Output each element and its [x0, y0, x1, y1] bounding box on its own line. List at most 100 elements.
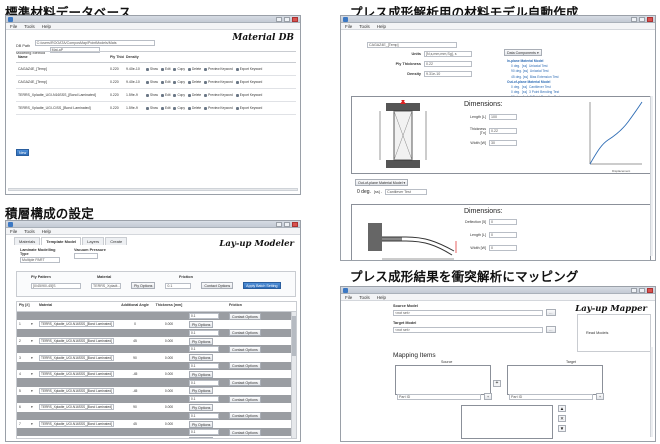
ply-row[interactable]: 7 ▾ TERRS_Xpladte_UGI-N16SSS_[Bond Laminat…: [17, 419, 296, 429]
ply-options-row-button[interactable]: Ply Options: [189, 320, 214, 328]
copy-button[interactable]: Copy: [173, 67, 185, 71]
move-down-button[interactable]: ▼: [558, 425, 566, 432]
contact-options-row-button[interactable]: Contact Options: [229, 329, 261, 337]
table-row[interactable]: CAGAZ4E_[Temp] 0.220 9.40e-10 Show Edit Copy D…: [16, 76, 296, 89]
ply-row[interactable]: 6 ▾ TERRS_Xpladte_UGI-N16SSS_[Bond Laminat…: [17, 403, 296, 412]
preview-keyword-button[interactable]: Preview Keyword: [204, 93, 233, 97]
source-list[interactable]: [395, 365, 491, 395]
tab-create[interactable]: Create: [105, 237, 128, 245]
friction-cell[interactable]: 0.1: [189, 329, 219, 336]
maximize-button[interactable]: [284, 222, 290, 227]
interface-row[interactable]: 0.1 Contact Options: [17, 345, 296, 354]
ply-options-row-button[interactable]: Ply Options: [189, 437, 214, 438]
ply-row[interactable]: 3 ▾ TERRS_Xpladte_UGI-N16SSS_[Bond Laminat…: [17, 353, 296, 362]
source-model-select[interactable]: <not set>: [393, 309, 543, 316]
ply-pattern-input[interactable]: [0/45/90/-45]S: [31, 282, 81, 289]
units-input[interactable]: [N,s,mm,mm,Sg], s: [424, 51, 472, 57]
interface-row[interactable]: 0.1 Contact Options: [17, 312, 296, 321]
minimize-button[interactable]: [631, 288, 637, 293]
contact-options-row-button[interactable]: Contact Options: [229, 379, 261, 387]
export-keyword-button[interactable]: Export Keyword: [235, 106, 262, 110]
ply-angle[interactable]: 0: [121, 322, 149, 326]
close-button[interactable]: [647, 288, 653, 293]
row-checkbox[interactable]: ▾: [31, 372, 39, 376]
density-input[interactable]: 9.31e-10: [424, 71, 472, 77]
ply-options-row-button[interactable]: Ply Options: [189, 387, 214, 395]
ply-thickness[interactable]: 0.000: [149, 372, 189, 376]
minimize-button[interactable]: [276, 17, 282, 22]
row-checkbox[interactable]: ▾: [31, 322, 39, 326]
friction-cell[interactable]: 0.1: [189, 379, 219, 386]
show-button[interactable]: Show: [146, 106, 158, 110]
menu-help[interactable]: Help: [377, 23, 386, 29]
menu-help[interactable]: Help: [42, 228, 51, 234]
close-button[interactable]: [292, 17, 298, 22]
ply-material-select[interactable]: TERRS_Xpladte_UGI-N16SSS_[Bond Laminated…: [39, 387, 114, 394]
interface-row[interactable]: 0.1 Contact Options: [17, 328, 296, 337]
data-components-button[interactable]: Data Components ▾: [504, 49, 542, 56]
ply-angle[interactable]: 45: [121, 422, 149, 426]
ply-thickness[interactable]: 0.000: [149, 356, 189, 360]
show-button[interactable]: Show: [146, 67, 158, 71]
menu-help[interactable]: Help: [42, 23, 51, 29]
menu-file[interactable]: File: [10, 23, 17, 29]
menu-tools[interactable]: Tools: [359, 23, 370, 29]
test-combo[interactable]: Cantilever Test: [385, 189, 428, 195]
friction-cell[interactable]: 0.1: [189, 396, 219, 403]
source-part-button[interactable]: +: [484, 393, 493, 400]
ply-options-row-button[interactable]: Ply Options: [189, 420, 214, 428]
menu-file[interactable]: File: [345, 23, 352, 29]
out-of-plane-select[interactable]: Out-of-plane Material Model ▾: [355, 179, 409, 186]
table-row[interactable]: TERRS_Xpladte_UGI-N16SSS_[Bond Laminated…: [16, 89, 296, 102]
copy-button[interactable]: Copy: [173, 93, 185, 97]
target-browse-button[interactable]: …: [546, 326, 556, 333]
ply-thickness[interactable]: 0.000: [149, 405, 189, 409]
ply-options-button[interactable]: Ply Options: [131, 282, 156, 289]
vertical-scrollbar[interactable]: [650, 96, 653, 256]
contact-options-row-button[interactable]: Contact Options: [229, 412, 261, 420]
read-models-box[interactable]: Read Models: [577, 314, 651, 352]
preview-keyword-button[interactable]: Preview Keyword: [204, 67, 233, 71]
target-part-input[interactable]: Part ID: [509, 393, 593, 400]
friction-cell[interactable]: 0.1: [189, 429, 219, 436]
ply-row[interactable]: 5 ▾ TERRS_Xpladte_UGI-N16SSS_[Bond Laminat…: [17, 386, 296, 395]
interface-row[interactable]: 0.1 Contact Options: [17, 411, 296, 420]
dim-deflection-input[interactable]: 0: [489, 219, 517, 225]
contact-options-row-button[interactable]: Contact Options: [229, 428, 261, 436]
menu-file[interactable]: File: [345, 294, 352, 300]
preview-keyword-button[interactable]: Preview Keyword: [204, 106, 233, 110]
delete-button[interactable]: Delete: [187, 67, 201, 71]
export-keyword-button[interactable]: Export Keyword: [235, 93, 262, 97]
ply-angle[interactable]: -45: [121, 372, 149, 376]
delete-button[interactable]: Delete: [187, 93, 201, 97]
mapping-list[interactable]: [461, 405, 553, 439]
show-button[interactable]: Show: [146, 93, 158, 97]
grid-scrollbar[interactable]: [291, 312, 296, 438]
apply-batch-button[interactable]: Apply Batch Setting: [243, 282, 281, 289]
dim-width2-input[interactable]: 0: [489, 245, 517, 251]
ply-material-select[interactable]: TERRS_Xpladte_UGI-N16SSS_[Bond Laminated…: [39, 338, 114, 345]
friction-input[interactable]: 0.1: [165, 282, 192, 289]
dim-thickness-input[interactable]: 0.22: [489, 128, 517, 134]
table-row[interactable]: TERRS_Xpladte_UGI-CISS_[Bond Laminated] 0…: [16, 102, 296, 115]
ply-row[interactable]: 8▾TERRS_Xpladte_UGI-N16SSS_[Bond Laminat…: [17, 436, 296, 438]
tab-materials[interactable]: Materials: [14, 237, 41, 245]
ply-row[interactable]: 2 ▾ TERRS_Xpladte_UGI-N16SSS_[Bond Laminat…: [17, 336, 296, 346]
dim-length-input[interactable]: 100: [489, 114, 517, 120]
dim-width-input[interactable]: 30: [489, 140, 517, 146]
interface-row[interactable]: 0.1 Contact Options: [17, 394, 296, 404]
target-model-select[interactable]: <not set>: [393, 326, 543, 333]
friction-cell[interactable]: 0.1: [189, 362, 219, 369]
contact-options-button[interactable]: Contact Options: [201, 282, 234, 289]
vertical-scrollbar[interactable]: [650, 347, 653, 437]
interface-row[interactable]: 0.1 Contact Options: [17, 378, 296, 387]
interface-row[interactable]: 0.1 Contact Options: [17, 428, 296, 437]
ply-angle[interactable]: 90: [121, 356, 149, 360]
tab-layers[interactable]: Layers: [82, 237, 105, 245]
ply-options-row-button[interactable]: Ply Options: [189, 337, 214, 345]
contact-options-row-button[interactable]: Contact Options: [229, 395, 261, 403]
ply-material-select[interactable]: TERRS_Xpladte_UGI-N16SSS_[Bond Laminated…: [39, 354, 114, 361]
minimize-button[interactable]: [631, 17, 637, 22]
ply-material-select[interactable]: TERRS_Xpladte_UGI-N16SSS_[Bond Laminated…: [39, 421, 114, 427]
maximize-button[interactable]: [284, 17, 290, 22]
